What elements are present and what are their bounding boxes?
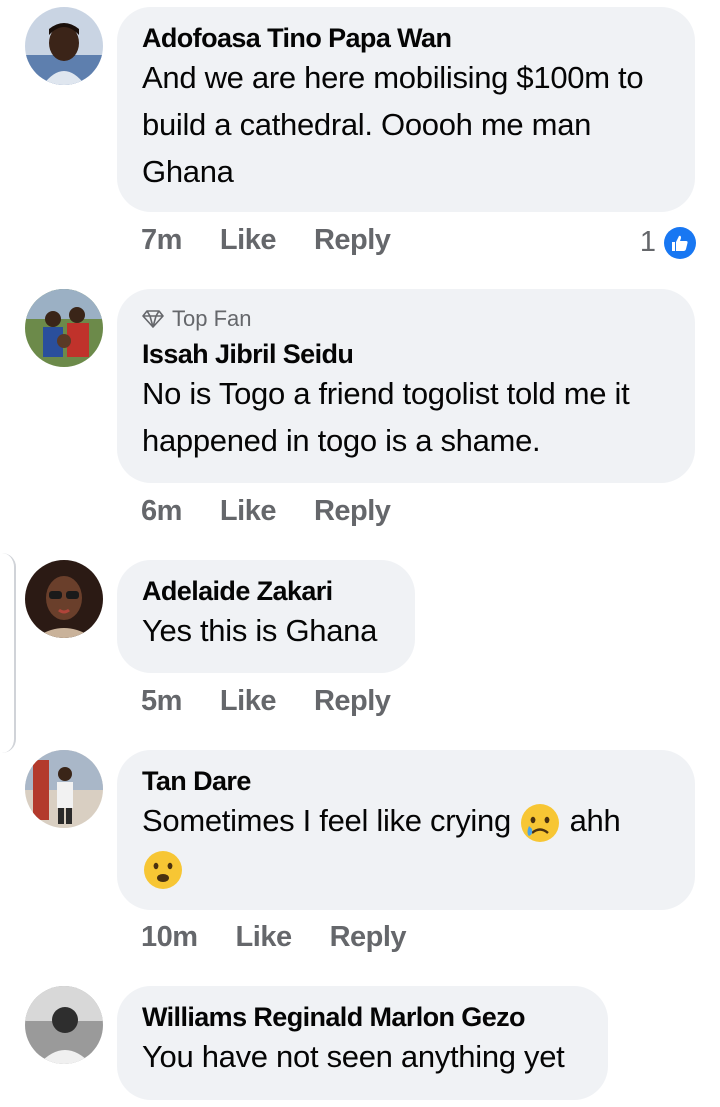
avatar[interactable]	[25, 7, 103, 85]
avatar[interactable]	[25, 750, 103, 828]
comment-text: Sometimes I feel like crying ahh	[142, 797, 669, 891]
comment-bubble: Tan Dare Sometimes I feel like crying ah…	[117, 750, 695, 910]
comment-actions: 10m Like Reply	[141, 921, 444, 954]
like-button[interactable]: Like	[220, 224, 277, 257]
diamond-icon	[142, 310, 164, 328]
like-button[interactable]: Like	[220, 685, 277, 718]
avatar[interactable]	[25, 986, 103, 1064]
like-button[interactable]: Like	[220, 495, 277, 528]
comment-author[interactable]: Tan Dare	[142, 764, 669, 798]
comment-text: You have not seen anything yet	[142, 1039, 565, 1074]
reply-button[interactable]: Reply	[314, 685, 391, 718]
like-button[interactable]: Like	[236, 921, 293, 954]
comment-author[interactable]: Issah Jibril Seidu	[142, 337, 669, 371]
top-fan-badge: Top Fan	[142, 305, 669, 333]
reply-button[interactable]: Reply	[314, 224, 391, 257]
like-thumb-icon	[664, 226, 696, 259]
comment-text: Yes this is Ghana	[142, 613, 378, 648]
comment-time[interactable]: 6m	[141, 495, 182, 528]
comment-author[interactable]: Adelaide Zakari	[142, 574, 389, 608]
reply-button[interactable]: Reply	[314, 495, 391, 528]
comment-text: And we are here mobilising $100m to buil…	[142, 60, 644, 189]
frowning-emoji-icon	[144, 850, 182, 889]
reply-button[interactable]: Reply	[330, 921, 407, 954]
thread-indicator	[0, 553, 16, 753]
comment-actions: 7m Like Reply	[141, 224, 428, 257]
crying-emoji-icon	[521, 803, 560, 842]
reaction-count: 1	[639, 226, 656, 258]
comment-bubble: Adofoasa Tino Papa Wan And we are here m…	[117, 7, 695, 212]
comment-actions: 5m Like Reply	[141, 685, 428, 718]
comment-text-part: ahh	[569, 803, 621, 838]
comment-author[interactable]: Williams Reginald Marlon Gezo	[142, 1000, 582, 1034]
comment-bubble: Williams Reginald Marlon Gezo You have n…	[117, 986, 608, 1100]
comment-actions: 6m Like Reply	[141, 495, 428, 528]
comment-author[interactable]: Adofoasa Tino Papa Wan	[142, 21, 669, 55]
comment-time[interactable]: 7m	[141, 224, 182, 257]
comment-time[interactable]: 10m	[141, 921, 198, 954]
comment-bubble: Top Fan Issah Jibril Seidu No is Togo a …	[117, 289, 695, 483]
reaction-summary[interactable]: 1	[640, 226, 696, 259]
avatar[interactable]	[25, 289, 103, 367]
comment-text: No is Togo a friend togolist told me it …	[142, 376, 630, 458]
comment-text-part: Sometimes I feel like crying	[142, 803, 511, 838]
comment-time[interactable]: 5m	[141, 685, 182, 718]
comment-bubble: Adelaide Zakari Yes this is Ghana	[117, 560, 415, 673]
avatar[interactable]	[25, 560, 103, 638]
top-fan-label: Top Fan	[172, 306, 252, 331]
